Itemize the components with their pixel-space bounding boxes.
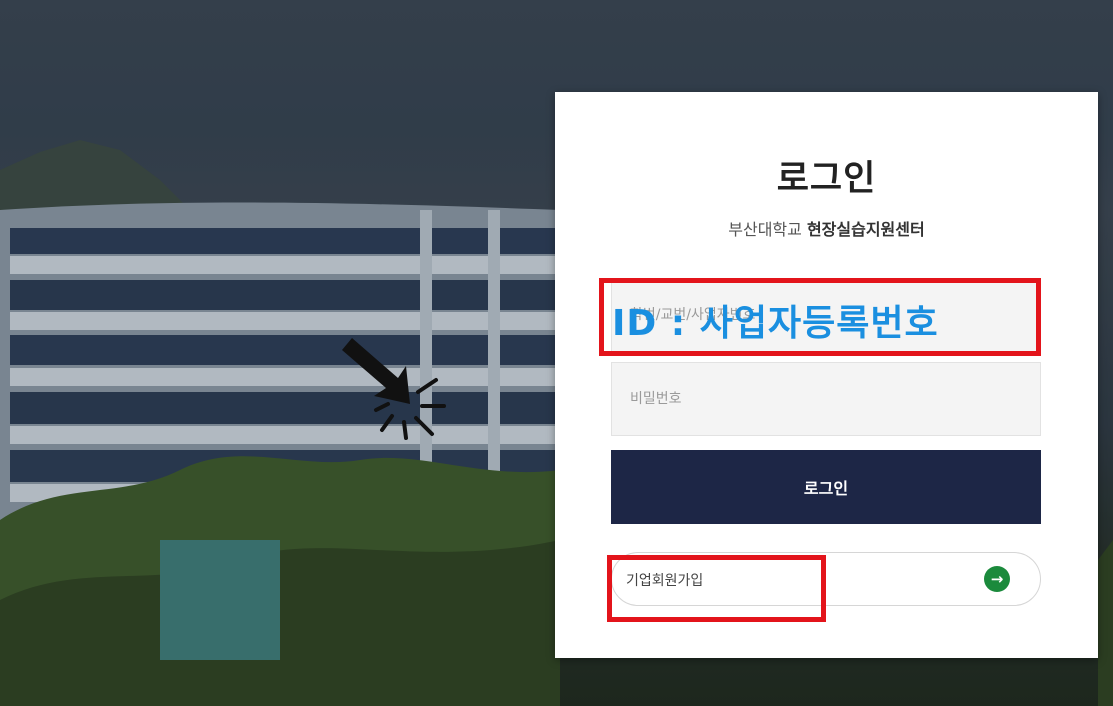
- arrow-right-icon: →: [984, 566, 1010, 592]
- id-annotation-text: ID : 사업자등록번호: [612, 303, 939, 344]
- signup-highlight-box: [607, 555, 826, 622]
- page-title: 로그인: [776, 159, 877, 199]
- click-cursor-icon: [342, 338, 446, 440]
- subtitle-center-name: 현장실습지원센터: [806, 220, 925, 239]
- password-input[interactable]: 비밀번호: [611, 362, 1041, 436]
- login-button-label: 로그인: [803, 479, 849, 498]
- subtitle-prefix: 부산대학교: [728, 220, 807, 239]
- subtitle: 부산대학교 현장실습지원센터: [555, 216, 1098, 240]
- login-button[interactable]: 로그인: [611, 450, 1041, 524]
- password-input-placeholder: 비밀번호: [630, 391, 682, 407]
